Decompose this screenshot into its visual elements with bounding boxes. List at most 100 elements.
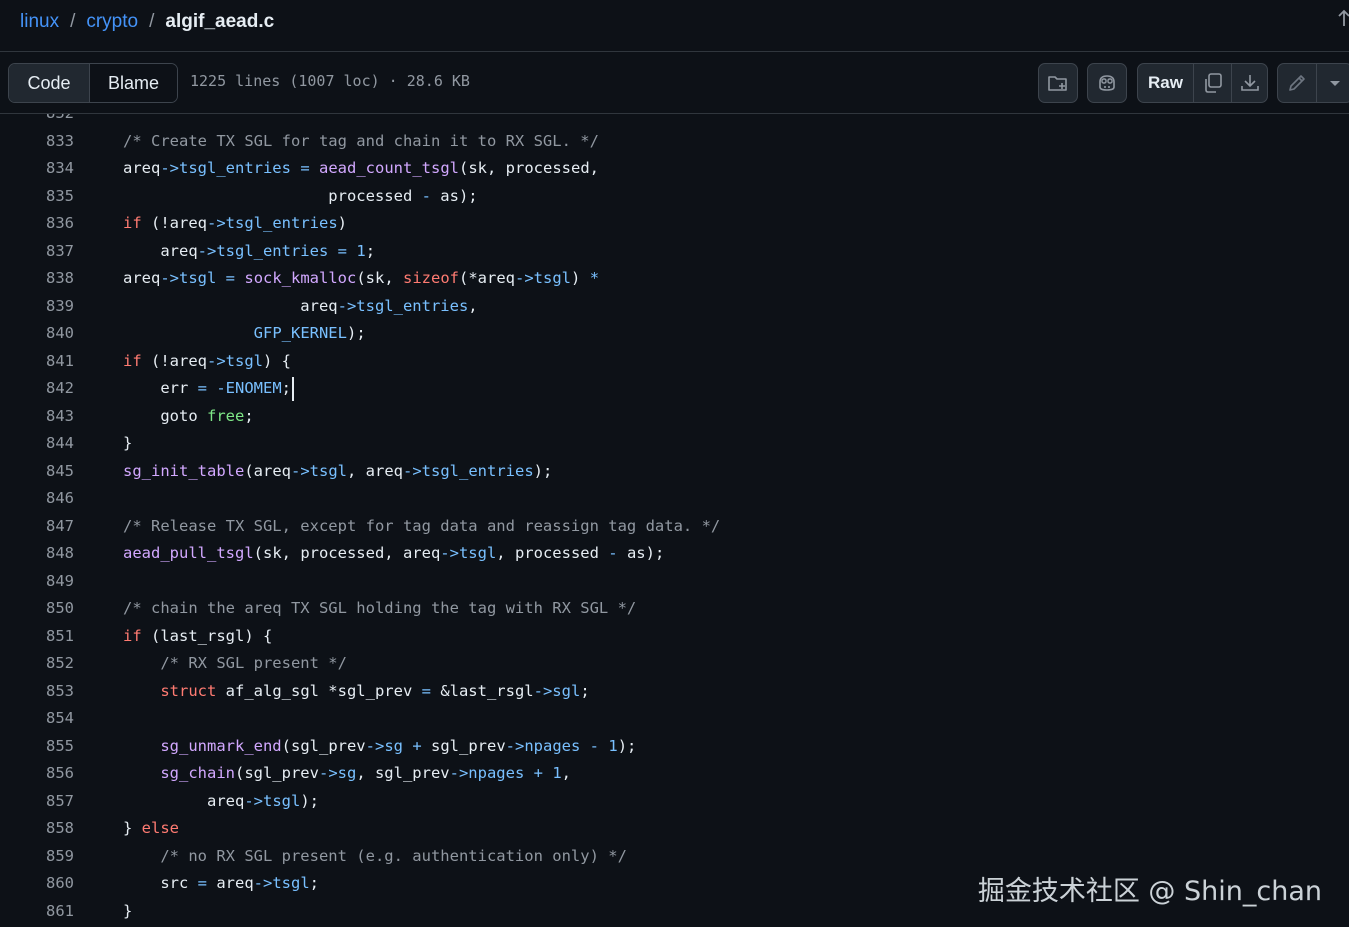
code-text: } else	[123, 819, 179, 837]
line-number[interactable]: 837	[0, 238, 74, 266]
code-line: 837 areq->tsgl_entries = 1;	[0, 238, 1349, 266]
edit-options-dropdown[interactable]	[1316, 64, 1349, 102]
line-number[interactable]: 841	[0, 348, 74, 376]
code-text: }	[123, 434, 133, 452]
line-number[interactable]: 835	[0, 183, 74, 211]
code-text: /* chain the areq TX SGL holding the tag…	[123, 599, 637, 617]
copilot-button[interactable]	[1087, 63, 1127, 103]
code-text: err = -ENOMEM;	[123, 379, 292, 397]
copy-raw-button[interactable]	[1193, 64, 1231, 102]
code-text: /* no RX SGL present (e.g. authenticatio…	[123, 846, 627, 865]
download-icon	[1240, 75, 1259, 91]
code-line: 856 sg_chain(sgl_prev->sg, sgl_prev->npa…	[0, 760, 1349, 788]
folder-add-icon	[1048, 76, 1067, 91]
line-number[interactable]: 854	[0, 705, 74, 733]
code-line: 835 processed - as);	[0, 183, 1349, 211]
code-text: /* Create TX SGL for tag and chain it to…	[123, 131, 599, 150]
line-number[interactable]: 849	[0, 568, 74, 596]
code-line: 834 areq->tsgl_entries = aead_count_tsgl(…	[0, 155, 1349, 183]
tab-code[interactable]: Code	[9, 64, 90, 102]
breadcrumb: linux / crypto / algif_aead.c	[20, 11, 274, 33]
raw-label: Raw	[1148, 73, 1183, 92]
file-header: linux / crypto / algif_aead.c	[0, 0, 1349, 52]
code-line: 840 GFP_KERNEL);	[0, 320, 1349, 348]
code-text: struct af_alg_sgl *sgl_prev = &last_rsgl…	[123, 681, 590, 700]
breadcrumb-separator: /	[70, 11, 76, 32]
edit-file-button[interactable]	[1278, 64, 1316, 102]
line-number[interactable]: 833	[0, 128, 74, 156]
line-number[interactable]: 847	[0, 513, 74, 541]
line-number[interactable]: 840	[0, 320, 74, 348]
code-text: sg_init_table(areq->tsgl, areq->tsgl_ent…	[123, 461, 553, 480]
code-line: 841 if (!areq->tsgl) {	[0, 348, 1349, 376]
code-text: areq->tsgl_entries = 1;	[123, 241, 376, 260]
code-text: /* Release TX SGL, except for tag data a…	[123, 516, 721, 535]
line-number[interactable]: 852	[0, 650, 74, 678]
code-line: 854	[0, 705, 1349, 733]
code-text: aead_pull_tsgl(sk, processed, areq->tsgl…	[123, 544, 665, 562]
code-line: 855 sg_unmark_end(sgl_prev->sg + sgl_pre…	[0, 733, 1349, 761]
code-text: GFP_KERNEL);	[253, 324, 366, 342]
line-number[interactable]: 848	[0, 540, 74, 568]
code-line: 850 /* chain the areq TX SGL holding the …	[0, 595, 1349, 623]
code-text: processed - as);	[123, 186, 478, 205]
line-number[interactable]: 857	[0, 788, 74, 816]
code-text: sg_chain(sgl_prev->sg, sgl_prev->npages …	[160, 764, 572, 782]
line-number[interactable]: 844	[0, 430, 74, 458]
code-line: 851 if (last_rsgl) {	[0, 623, 1349, 651]
line-number[interactable]: 843	[0, 403, 74, 431]
add-to-folder-button[interactable]	[1038, 63, 1078, 103]
line-number[interactable]: 861	[0, 898, 74, 926]
code-line: 839 areq->tsgl_entries,	[0, 293, 1349, 321]
code-text: areq->tsgl_entries = aead_count_tsgl(sk,…	[123, 159, 599, 177]
code-text: areq->tsgl);	[123, 791, 319, 810]
line-number[interactable]: 855	[0, 733, 74, 761]
tab-blame[interactable]: Blame	[90, 64, 177, 102]
code-text: src = areq->tsgl;	[123, 874, 320, 892]
line-number[interactable]: 846	[0, 485, 74, 513]
file-info: 1225 lines (1007 loc) · 28.6 KB	[190, 72, 470, 90]
line-number[interactable]: 859	[0, 843, 74, 871]
breadcrumb-repo-link[interactable]: linux	[20, 11, 59, 33]
code-text: if (!areq->tsgl_entries)	[123, 214, 347, 232]
raw-copy-download-group: Raw	[1137, 63, 1268, 103]
download-raw-button[interactable]	[1231, 64, 1267, 102]
code-line: 859 /* no RX SGL present (e.g. authentic…	[0, 843, 1349, 871]
line-number[interactable]: 836	[0, 210, 74, 238]
code-text: }	[123, 901, 133, 920]
triangle-down-icon	[1329, 81, 1340, 86]
line-number[interactable]: 856	[0, 760, 74, 788]
edit-file-group	[1277, 63, 1349, 103]
code-line: 858 } else	[0, 815, 1349, 843]
code-line: 833 /* Create TX SGL for tag and chain it…	[0, 128, 1349, 156]
breadcrumb-folder-link[interactable]: crypto	[86, 11, 138, 33]
line-number[interactable]: 839	[0, 293, 74, 321]
code-line: 853 struct af_alg_sgl *sgl_prev = &last_…	[0, 678, 1349, 706]
code-text: sg_unmark_end(sgl_prev->sg + sgl_prev->n…	[160, 736, 637, 755]
pencil-icon	[1289, 75, 1305, 91]
raw-button[interactable]: Raw	[1138, 64, 1193, 102]
line-number[interactable]: 832	[0, 114, 74, 128]
code-line: 838 areq->tsgl = sock_kmalloc(sk, sizeof(…	[0, 265, 1349, 293]
line-number[interactable]: 851	[0, 623, 74, 651]
arrow-up-icon[interactable]	[1337, 8, 1349, 28]
line-number[interactable]: 850	[0, 595, 74, 623]
line-number[interactable]: 858	[0, 815, 74, 843]
code-line: 849	[0, 568, 1349, 596]
line-number[interactable]: 845	[0, 458, 74, 486]
code-text: goto free;	[123, 406, 254, 425]
code-text: areq->tsgl = sock_kmalloc(sk, sizeof(*ar…	[123, 269, 600, 287]
code-line: 848 aead_pull_tsgl(sk, processed, areq->t…	[0, 540, 1349, 568]
watermark: 掘金技术社区 @ Shin_chan	[977, 876, 1322, 907]
code-line: 845 sg_init_table(areq->tsgl, areq->tsgl_…	[0, 458, 1349, 486]
line-number[interactable]: 853	[0, 678, 74, 706]
code-line: 843 goto free;	[0, 403, 1349, 431]
code-viewer[interactable]: 832 833 /* Create TX SGL for tag and chai…	[0, 114, 1349, 927]
line-number[interactable]: 834	[0, 155, 74, 183]
view-mode-toggle: Code Blame	[8, 63, 178, 103]
breadcrumb-current-file: algif_aead.c	[165, 11, 275, 32]
line-number[interactable]: 860	[0, 870, 74, 898]
line-number[interactable]: 842	[0, 375, 74, 403]
code-text: if (!areq->tsgl) {	[123, 351, 291, 370]
line-number[interactable]: 838	[0, 265, 74, 293]
